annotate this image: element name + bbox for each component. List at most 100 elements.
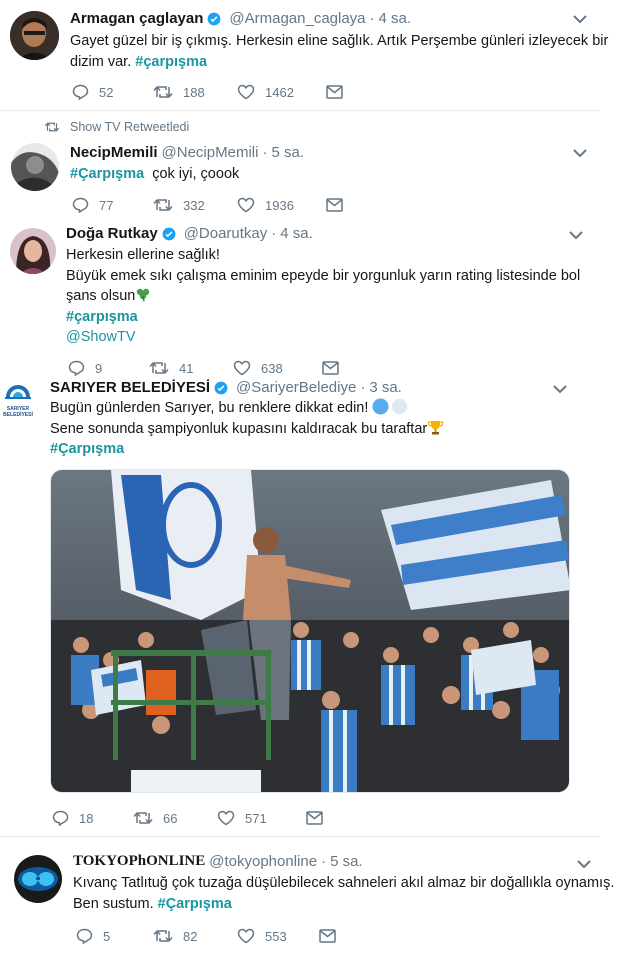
hashtag-link[interactable]: #Çarpışma [158, 896, 232, 912]
like-count: 638 [261, 360, 283, 376]
tweet-text-line: Büyük emek sıkı çalışma eminim epeyde bi… [66, 267, 581, 284]
retweet-button[interactable]: 82 [153, 928, 237, 944]
like-button[interactable]: 571 [217, 810, 306, 826]
avatar-image [14, 855, 62, 903]
retweet-icon [153, 929, 173, 943]
tweet-text: Bugün günlerden Sarıyer, bu renklere dik… [50, 398, 444, 460]
timestamp[interactable]: 5 sa. [330, 853, 363, 870]
hashtag-link[interactable]: #çarpışma [135, 54, 207, 70]
retweet-button[interactable]: 188 [153, 84, 237, 100]
like-count: 553 [265, 928, 287, 944]
like-count: 1936 [265, 197, 294, 213]
reply-icon [72, 84, 89, 100]
timestamp[interactable]: 4 sa. [379, 10, 412, 27]
avatar[interactable] [10, 11, 59, 60]
avatar-text: SARIYER BELEDİYESİ [3, 406, 33, 418]
author-handle[interactable]: @SariyerBelediye [236, 379, 356, 396]
reply-button[interactable]: 77 [72, 197, 153, 213]
retweet-icon [44, 122, 60, 132]
tweet-photo[interactable] [50, 469, 570, 793]
message-icon [322, 361, 339, 375]
retweet-button[interactable]: 332 [153, 197, 237, 213]
reply-count: 18 [79, 810, 94, 826]
retweet-context: Show TV Retweetledi [44, 120, 189, 134]
tweet-text-line: Ben sustum. [73, 895, 154, 912]
shamrock-icon [137, 288, 150, 302]
chevron-down-icon[interactable] [576, 858, 592, 870]
author-name[interactable]: SARIYER BELEDİYESİ [50, 379, 210, 396]
reply-button[interactable]: 9 [68, 360, 149, 376]
hashtag-link[interactable]: #çarpışma [66, 307, 580, 328]
tweet-header: SARIYER BELEDİYESİ @SariyerBelediye · 3 … [50, 379, 402, 396]
timestamp[interactable]: 4 sa. [280, 225, 313, 242]
tweet-text: #Çarpışma çok iyi, çoook [70, 164, 239, 185]
retweet-count: 188 [183, 84, 205, 100]
direct-message-button[interactable] [322, 361, 349, 375]
tweet-text-line: Kıvanç Tatlıtuğ çok tuzağa düşülebilecek… [73, 875, 615, 891]
retweet-count: 66 [163, 810, 178, 826]
tweet-text-line: şans olsun [66, 288, 136, 304]
chevron-down-icon[interactable] [572, 13, 588, 25]
reply-icon [68, 360, 85, 376]
retweeted-by-label[interactable]: Show TV Retweetledi [70, 120, 189, 134]
hashtag-link[interactable]: #Çarpışma [50, 439, 444, 460]
reply-count: 77 [99, 197, 114, 213]
chevron-down-icon[interactable] [568, 229, 584, 241]
author-handle[interactable]: @NecipMemili [162, 144, 259, 161]
like-button[interactable]: 638 [233, 360, 322, 376]
direct-message-button[interactable] [326, 85, 353, 99]
like-count: 1462 [265, 84, 294, 100]
tweet-actions: 52 188 1462 [72, 84, 353, 100]
like-button[interactable]: 553 [237, 928, 319, 944]
tweet-actions: 77 332 1936 [72, 197, 353, 213]
direct-message-button[interactable] [319, 929, 346, 943]
reply-button[interactable]: 5 [76, 928, 153, 944]
reply-count: 5 [103, 928, 111, 944]
like-button[interactable]: 1462 [237, 84, 326, 100]
reply-button[interactable]: 52 [72, 84, 153, 100]
tweet-text-line: Sene sonunda şampiyonluk kupasını kaldır… [50, 420, 428, 437]
separator-dot: · [271, 225, 277, 242]
separator-dot: · [369, 10, 375, 27]
chevron-down-icon[interactable] [552, 383, 568, 395]
chevron-down-icon[interactable] [572, 147, 588, 159]
retweet-button[interactable]: 66 [133, 810, 217, 826]
tweet-header: TOKYOPhONLINE @tokyophonline · 5 sa. [73, 853, 363, 870]
retweet-count: 332 [183, 197, 205, 213]
like-icon [237, 84, 255, 100]
reply-count: 9 [95, 360, 103, 376]
hashtag-link[interactable]: #Çarpışma [70, 166, 144, 182]
author-name[interactable]: Armagan çaglayan [70, 10, 203, 27]
stadium-crowd-image [51, 470, 569, 792]
tweet-text-line: Bugün günlerden Sarıyer, bu renklere dik… [50, 400, 369, 416]
avatar[interactable] [10, 228, 56, 274]
like-button[interactable]: 1936 [237, 197, 326, 213]
author-name[interactable]: NecipMemili [70, 144, 158, 161]
tweet-actions: 5 82 553 [76, 928, 346, 944]
retweet-count: 41 [179, 360, 194, 376]
message-icon [326, 85, 343, 99]
mention-link[interactable]: @ShowTV [66, 327, 580, 348]
tweet-text: Herkesin ellerine sağlık! Büyük emek sık… [66, 245, 580, 348]
reply-icon [76, 928, 93, 944]
direct-message-button[interactable] [326, 198, 353, 212]
retweet-icon [133, 811, 153, 825]
author-name[interactable]: Doğa Rutkay [66, 225, 158, 242]
reply-button[interactable]: 18 [52, 810, 133, 826]
avatar[interactable]: SARIYER BELEDİYESİ [2, 379, 34, 419]
timestamp[interactable]: 5 sa. [271, 144, 304, 161]
tweet-actions: 18 66 571 [52, 810, 333, 826]
author-handle[interactable]: @Armagan_caglaya [229, 10, 365, 27]
avatar[interactable] [11, 143, 59, 191]
avatar[interactable] [14, 855, 62, 903]
author-handle[interactable]: @Doarutkay [184, 225, 268, 242]
author-handle[interactable]: @tokyophonline [209, 853, 317, 870]
avatar-logo [5, 385, 31, 399]
blue-circle-icon [372, 398, 389, 415]
retweet-count: 82 [183, 928, 198, 944]
direct-message-button[interactable] [306, 811, 333, 825]
retweet-button[interactable]: 41 [149, 360, 233, 376]
tweet-divider [0, 836, 600, 837]
timestamp[interactable]: 3 sa. [369, 379, 402, 396]
author-name[interactable]: TOKYOPhONLINE [73, 853, 205, 870]
